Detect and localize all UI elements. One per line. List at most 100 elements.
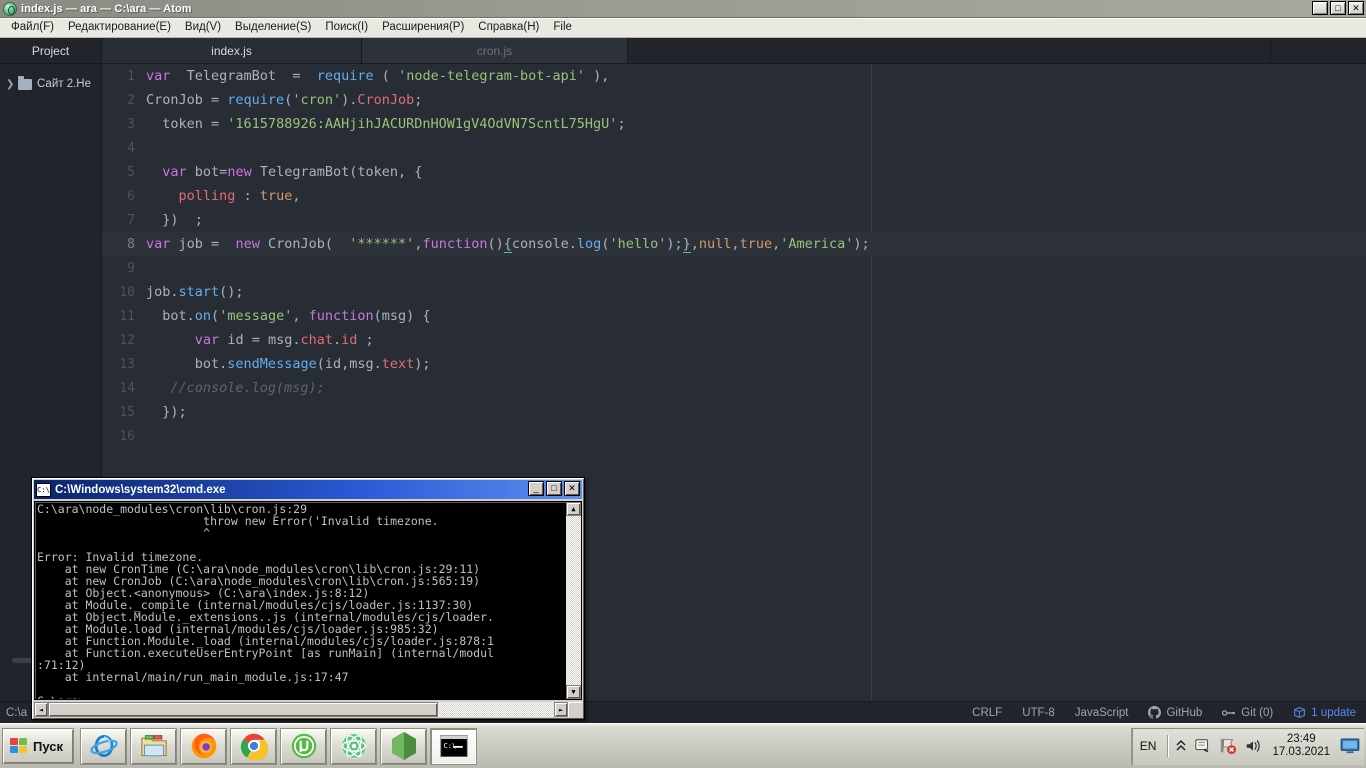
tray-divider [1167, 735, 1169, 757]
cmd-maximize-button[interactable]: □ [546, 481, 562, 496]
statusbar-git[interactable]: Git (0) [1222, 707, 1273, 719]
cmd-icon: C:\ [36, 482, 51, 497]
line-content: job.start(); [146, 284, 244, 300]
line-number: 16 [119, 428, 135, 444]
menu-file-extra[interactable]: File [546, 19, 579, 36]
taskbar-chrome[interactable] [230, 727, 277, 765]
statusbar-updates[interactable]: 1 update [1293, 706, 1356, 719]
scroll-thumb[interactable] [48, 702, 438, 717]
cmd-horizontal-scrollbar[interactable]: ◄ ► [34, 702, 582, 717]
code-line-13: 13 bot.sendMessage(id,msg.text); [102, 352, 1366, 376]
desktop: index.js — ara — C:\ara — Atom _ □ ✕ Фай… [0, 0, 1366, 768]
line-content: var job = new CronJob( '******',function… [146, 236, 870, 253]
code-line-16: 16 [102, 424, 1366, 448]
tree-item-label: Сайт 2.Не [37, 78, 92, 90]
resize-grip[interactable] [568, 702, 582, 717]
code-line-4: 4 [102, 136, 1366, 160]
nodejs-icon [390, 731, 418, 761]
statusbar-line-ending[interactable]: CRLF [972, 707, 1002, 719]
scroll-down-icon[interactable]: ▼ [566, 685, 581, 699]
start-button[interactable]: Пуск [2, 728, 74, 764]
code-line-1: 1 var TelegramBot = require ( 'node-tele… [102, 64, 1366, 88]
taskbar: Пуск C:\ EN 23:49 17.03.2021 [0, 723, 1366, 768]
code-line-15: 15 }); [102, 400, 1366, 424]
scroll-up-icon[interactable]: ▲ [566, 502, 581, 516]
panel-title-project: Project [0, 38, 102, 63]
maximize-button[interactable]: □ [1330, 1, 1346, 15]
minimize-button[interactable]: _ [1312, 1, 1328, 15]
cmd-close-button[interactable]: ✕ [564, 481, 580, 496]
line-number: 3 [127, 116, 135, 132]
atom-titlebar: index.js — ara — C:\ara — Atom _ □ ✕ [0, 0, 1366, 18]
maximize-icon: □ [551, 483, 557, 493]
taskbar-nodejs[interactable] [380, 727, 427, 765]
clock-date: 17.03.2021 [1272, 746, 1330, 758]
statusbar-grammar[interactable]: JavaScript [1075, 707, 1129, 719]
chrome-icon [240, 732, 268, 760]
cmd-vertical-scrollbar[interactable]: ▲ ▼ [566, 502, 581, 699]
taskbar-cmd[interactable]: C:\ [430, 727, 477, 765]
maximize-icon: □ [1335, 3, 1341, 13]
code-line-5: 5 var bot=new TelegramBot(token, { [102, 160, 1366, 184]
line-number: 12 [119, 332, 135, 348]
package-icon [1293, 706, 1306, 719]
taskbar-file-explorer[interactable] [130, 727, 177, 765]
system-tray: EN 23:49 17.03.2021 [1130, 727, 1364, 765]
show-hidden-icons-button[interactable] [1175, 739, 1187, 753]
close-button[interactable]: ✕ [1348, 1, 1364, 15]
line-number: 11 [119, 308, 135, 324]
statusbar-encoding[interactable]: UTF-8 [1022, 707, 1055, 719]
volume-icon[interactable] [1244, 737, 1262, 755]
scroll-right-icon[interactable]: ► [554, 702, 568, 717]
close-icon: ✕ [568, 483, 576, 493]
cmd-body: C:\ara\node_modules\cron\lib\cron.js:29 … [34, 501, 582, 700]
line-number: 8 [127, 236, 135, 252]
git-label: Git (0) [1241, 706, 1274, 719]
cmd-minimize-button[interactable]: _ [528, 481, 544, 496]
line-content: token = '1615788926:AAHjihJACURDnHOW1gV4… [162, 116, 626, 132]
menu-view[interactable]: Вид(V) [178, 19, 228, 36]
menu-file[interactable]: Файл(F) [4, 19, 61, 36]
line-content: }) ; [146, 212, 203, 228]
menu-find[interactable]: Поиск(I) [318, 19, 375, 36]
code-line-11: 11 bot.on('message', function(msg) { [102, 304, 1366, 328]
line-content: //console.log(msg); [170, 380, 325, 396]
internet-explorer-icon [89, 732, 118, 760]
firefox-icon [190, 732, 218, 760]
scroll-track[interactable] [438, 702, 554, 717]
scroll-track[interactable] [566, 516, 581, 685]
cmd-title-text: C:\Windows\system32\cmd.exe [55, 483, 226, 496]
clock[interactable]: 23:49 17.03.2021 [1272, 733, 1330, 759]
line-content: CronJob = require('cron').CronJob; [146, 92, 423, 108]
line-content: }); [146, 404, 187, 420]
network-error-icon[interactable] [1219, 737, 1237, 755]
code-line-14: 14 //console.log(msg); [102, 376, 1366, 400]
scroll-left-icon[interactable]: ◄ [34, 702, 48, 717]
line-number: 4 [127, 140, 135, 156]
menu-selection[interactable]: Выделение(S) [228, 19, 318, 36]
taskbar-atom[interactable] [330, 727, 377, 765]
statusbar-github[interactable]: GitHub [1148, 706, 1202, 719]
code-line-3: 3 token = '1615788926:AAHjihJACURDnHOW1g… [102, 112, 1366, 136]
tab-index-js[interactable]: index.js [102, 38, 362, 63]
taskbar-internet-explorer[interactable] [80, 727, 127, 765]
windows-logo-icon [10, 738, 28, 754]
taskbar-utorrent[interactable] [280, 727, 327, 765]
tab-cron-js[interactable]: cron.js [362, 38, 628, 63]
chevron-right-icon[interactable]: ❯ [6, 79, 18, 90]
action-center-icon[interactable] [1194, 737, 1212, 755]
menu-help[interactable]: Справка(H) [471, 19, 546, 36]
menu-edit[interactable]: Редактирование(E) [61, 19, 178, 36]
tree-item-sait2[interactable]: ❯ Сайт 2.Не [0, 74, 101, 94]
minimize-icon: _ [1317, 5, 1323, 15]
cmd-window[interactable]: C:\ C:\Windows\system32\cmd.exe _ □ ✕ C:… [31, 477, 585, 720]
svg-text:C:\: C:\ [443, 742, 456, 750]
show-desktop-button[interactable] [1340, 738, 1360, 754]
language-indicator[interactable]: EN [1140, 739, 1157, 753]
taskbar-firefox[interactable] [180, 727, 227, 765]
line-content: var id = msg.chat.id ; [194, 332, 374, 348]
tabbar-empty-space [628, 38, 1366, 63]
start-label: Пуск [33, 738, 63, 754]
menu-packages[interactable]: Расширения(P) [375, 19, 471, 36]
updates-label: 1 update [1311, 706, 1356, 719]
